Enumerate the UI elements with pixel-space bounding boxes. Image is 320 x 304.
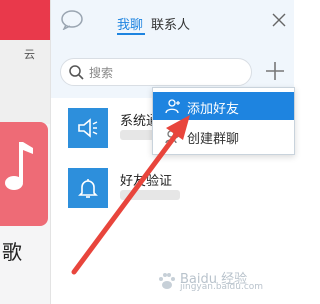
list-item-icon-box: [68, 108, 108, 148]
search-input[interactable]: 搜索: [60, 58, 252, 86]
search-icon: [69, 65, 84, 80]
add-user-icon: [165, 99, 180, 114]
menu-item-label: 创建群聊: [187, 132, 240, 147]
list-item-friend-verify[interactable]: 好友验证: [50, 162, 293, 214]
tab-my-chat[interactable]: 我聊: [117, 14, 143, 33]
list-item-preview: [120, 190, 180, 200]
speaker-icon: [78, 118, 98, 138]
list-item-title: 好友验证: [120, 174, 173, 189]
background-app-text-bottom: 歌: [2, 240, 22, 264]
active-tab-indicator: [117, 33, 145, 35]
search-placeholder: 搜索: [89, 66, 114, 80]
menu-item-label: 添加好友: [187, 102, 240, 117]
background-app-text-top: 云: [24, 48, 35, 61]
add-menu-dropdown: 添加好友 创建群聊: [152, 87, 295, 155]
background-music-app: 云 歌: [0, 0, 50, 304]
panel-header: 我聊 联系人: [51, 0, 294, 44]
bell-icon: [78, 179, 98, 198]
menu-item-add-friend[interactable]: 添加好友: [153, 92, 294, 120]
watermark-url: jingyan.baidu.com: [180, 282, 264, 292]
close-icon[interactable]: [271, 12, 287, 28]
menu-item-create-group[interactable]: 创建群聊: [153, 122, 294, 150]
group-icon: [165, 130, 180, 144]
list-item-icon-box: [68, 168, 108, 208]
baidu-jingyan-watermark: Baidu 经验 jingyan.baidu.com: [150, 264, 293, 296]
music-note-icon: [5, 142, 33, 190]
plus-icon[interactable]: [264, 60, 286, 82]
music-app-header: [0, 0, 50, 40]
tab-contacts[interactable]: 联系人: [151, 14, 190, 33]
paw-icon: [159, 273, 175, 289]
chat-bubble-icon[interactable]: [61, 10, 83, 30]
